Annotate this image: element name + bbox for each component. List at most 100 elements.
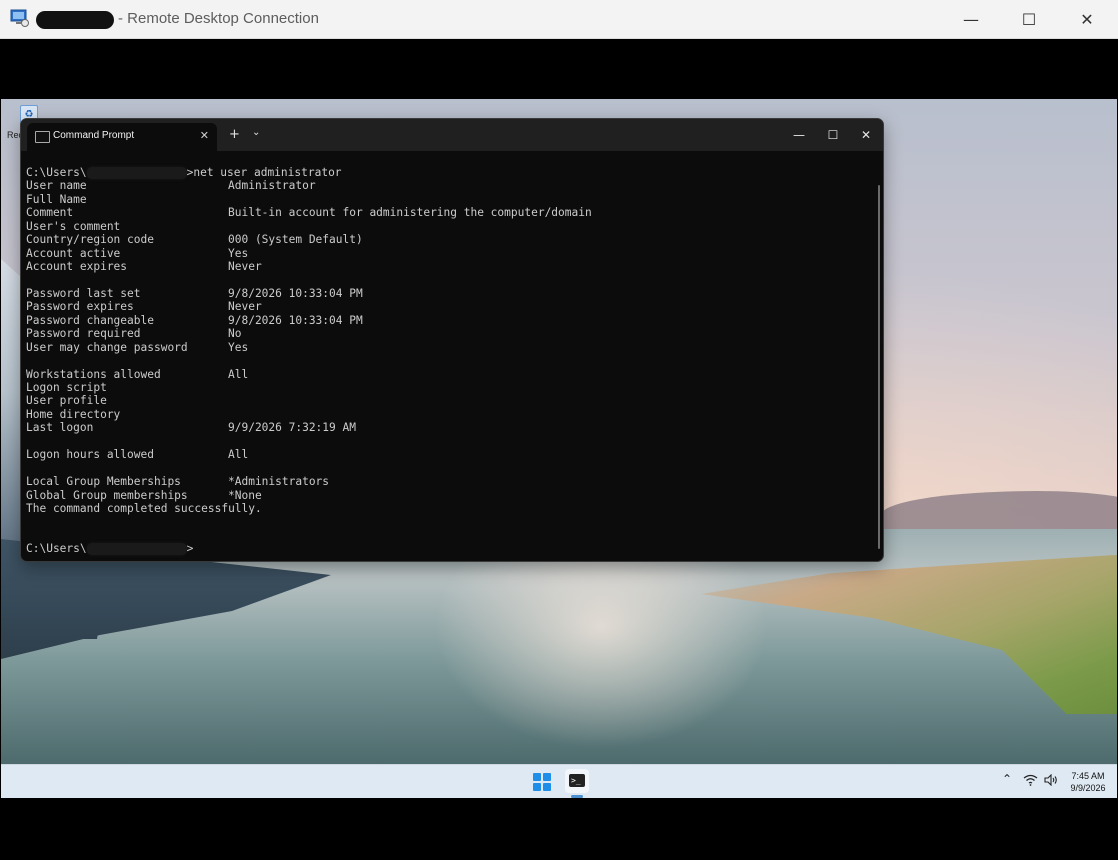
taskbar-terminal-button[interactable]: >_ [565, 769, 589, 793]
output-row: Full Name [26, 193, 871, 206]
row-label: Account active [26, 246, 121, 260]
volume-icon[interactable] [1044, 774, 1059, 786]
output-row: User may change password Yes [26, 341, 871, 354]
output-row: Logon script [26, 381, 871, 394]
output-rows: User name Administrator Full Name Comment Bu… [26, 179, 871, 502]
output-row: Password expires Never [26, 300, 871, 313]
output-row: Country/region code 000 (System Default) [26, 233, 871, 246]
row-value: Never [228, 300, 262, 314]
row-label: Password changeable [26, 313, 154, 327]
prompt-prefix: C:\Users\ [26, 166, 87, 179]
output-row: Home directory [26, 408, 871, 421]
terminal-maximize-button[interactable]: ☐ [816, 119, 850, 151]
redacted-username [86, 543, 187, 556]
row-value: All [228, 367, 249, 381]
output-row: Last logon 9/9/2026 7:32:19 AM [26, 421, 871, 434]
redacted-username [86, 167, 187, 179]
command-text: >net user administrator [186, 166, 342, 179]
terminal-app-icon: >_ [569, 774, 585, 787]
row-label: Logon script [26, 381, 107, 394]
row-label: User may change password [26, 340, 188, 354]
output-row: Workstations allowed All [26, 368, 871, 381]
output-row: Global Group memberships *None [26, 489, 871, 502]
completed-line: The command completed successfully. [26, 501, 262, 515]
minimize-button[interactable]: — [942, 0, 1000, 38]
row-value: *Administrators [228, 475, 330, 489]
final-prompt-line: C:\Users\ > [26, 542, 871, 556]
row-label: Comment [26, 206, 74, 220]
terminal-titlebar: Command Prompt ✕ + ⌄ — ☐ ✕ [21, 119, 883, 151]
terminal-close-button[interactable]: ✕ [849, 119, 883, 151]
terminal-minimize-button[interactable]: — [782, 119, 816, 151]
output-row [26, 274, 871, 287]
remote-desktop-icon [10, 9, 29, 27]
row-label: Password expires [26, 300, 134, 314]
window-title: - Remote Desktop Connection [118, 10, 319, 27]
new-tab-button[interactable]: + [229, 127, 240, 142]
row-label: Full Name [26, 192, 87, 206]
output-row [26, 354, 871, 367]
wallpaper-reflection [421, 539, 781, 759]
output-row: Password required No [26, 327, 871, 340]
row-label: Home directory [26, 407, 121, 421]
row-label: User name [26, 179, 87, 193]
output-row: User's comment [26, 220, 871, 233]
output-row: User name Administrator [26, 179, 871, 192]
row-label: Local Group Memberships [26, 475, 181, 489]
row-value: 000 (System Default) [228, 233, 363, 247]
row-label: User profile [26, 394, 107, 408]
row-label: Logon hours allowed [26, 448, 154, 462]
clock-date: 9/9/2026 [1070, 783, 1106, 793]
wifi-icon[interactable] [1023, 774, 1038, 786]
tab-label: Command Prompt [53, 130, 135, 141]
tab-command-prompt[interactable]: Command Prompt ✕ [27, 123, 217, 151]
close-button[interactable]: ✕ [1058, 0, 1116, 38]
row-label: Global Group memberships [26, 488, 188, 502]
maximize-button[interactable]: ☐ [1000, 0, 1058, 38]
terminal-icon [35, 131, 50, 143]
start-button[interactable] [533, 773, 551, 791]
tab-close-icon[interactable]: ✕ [200, 129, 209, 142]
command-line: C:\Users\ >net user administrator [26, 166, 871, 179]
prompt-prefix: C:\Users\ [26, 542, 87, 556]
row-label: Workstations allowed [26, 367, 161, 381]
command-prompt-window[interactable]: Command Prompt ✕ + ⌄ — ☐ ✕ C:\Users\ >net… [20, 118, 884, 562]
row-value: Built-in account for administering the c… [228, 206, 592, 220]
row-label: User's comment [26, 219, 121, 233]
terminal-scrollbar[interactable] [878, 185, 880, 549]
tray-chevron-icon[interactable]: ⌃ [1002, 772, 1012, 786]
letterbox-top [0, 39, 1118, 99]
row-label: Password required [26, 327, 141, 341]
output-row: Logon hours allowed All [26, 448, 871, 461]
row-value: All [228, 448, 249, 462]
row-value: Never [228, 260, 262, 274]
output-row: Account active Yes [26, 247, 871, 260]
taskbar: >_ ⌃ 7:45 AM 9/9/2026 [1, 764, 1117, 799]
terminal-output[interactable]: C:\Users\ >net user administrator User na… [26, 166, 871, 558]
taskbar-clock[interactable]: 7:45 AM 9/9/2026 [1063, 770, 1113, 794]
redacted-hostname [36, 11, 114, 29]
output-row: Comment Built-in account for administerin… [26, 206, 871, 219]
letterbox-bottom [0, 798, 1118, 860]
output-row [26, 462, 871, 475]
output-row: Password last set 9/8/2026 10:33:04 PM [26, 287, 871, 300]
row-value: No [228, 327, 242, 341]
output-row: Local Group Memberships *Administrators [26, 475, 871, 488]
row-value: Yes [228, 340, 249, 354]
row-value: 9/8/2026 10:33:04 PM [228, 313, 363, 327]
row-value: Yes [228, 246, 249, 260]
row-value: 9/9/2026 7:32:19 AM [228, 421, 356, 435]
output-row: Password changeable 9/8/2026 10:33:04 PM [26, 314, 871, 327]
row-label: Password last set [26, 286, 141, 300]
output-row: User profile [26, 394, 871, 407]
prompt-suffix: > [186, 542, 194, 556]
row-value: 9/8/2026 10:33:04 PM [228, 286, 363, 300]
row-label: Last logon [26, 421, 94, 435]
output-row [26, 435, 871, 448]
output-row: Account expires Never [26, 260, 871, 273]
tab-dropdown-button[interactable]: ⌄ [252, 127, 260, 138]
remote-desktop: ♻ Rec Command Prompt ✕ + ⌄ — ☐ ✕ C:\User… [1, 99, 1117, 764]
row-label: Account expires [26, 260, 128, 274]
